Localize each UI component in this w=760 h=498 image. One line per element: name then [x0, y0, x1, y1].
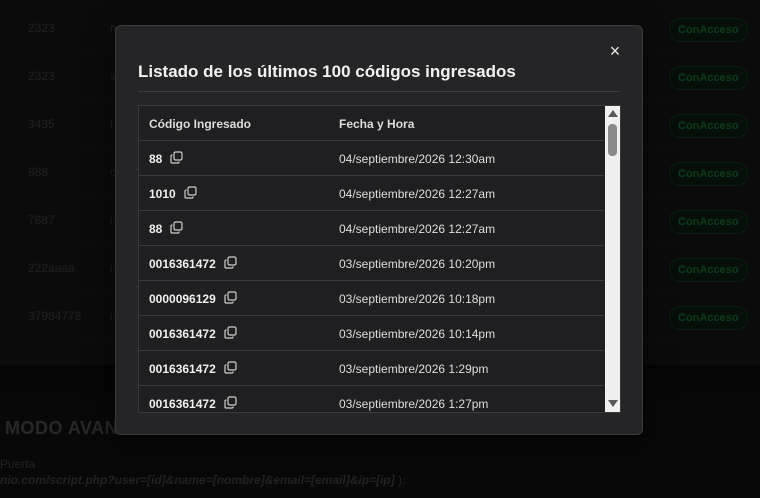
close-button[interactable]: × — [606, 42, 624, 60]
datetime-cell: 04/septiembre/2026 12:27am — [339, 222, 496, 236]
copy-icon[interactable] — [170, 221, 183, 237]
code-value: 0000096129 — [149, 292, 216, 306]
code-cell: 0016361472 — [149, 396, 237, 412]
vertical-scrollbar[interactable] — [605, 106, 620, 412]
scroll-down-arrow-icon[interactable] — [608, 400, 618, 407]
table-row: 0016361472 03/septiembre/2026 10:20pm — [139, 246, 604, 281]
code-cell: 88 — [149, 151, 183, 167]
code-cell: 0000096129 — [149, 291, 237, 307]
modal-title: Listado de los últimos 100 códigos ingre… — [138, 62, 516, 81]
copy-icon[interactable] — [224, 361, 237, 377]
code-value: 88 — [149, 152, 163, 166]
table-row: 1010 04/septiembre/2026 12:27am — [139, 176, 604, 211]
scroll-up-arrow-icon[interactable] — [608, 110, 618, 117]
datetime-cell: 03/septiembre/2026 10:18pm — [339, 292, 496, 306]
datetime-cell: 03/septiembre/2026 1:29pm — [339, 362, 489, 376]
code-value: 1010 — [149, 187, 176, 201]
code-cell: 0016361472 — [149, 361, 237, 377]
table-row: 0016361472 03/septiembre/2026 1:29pm — [139, 351, 604, 386]
datetime-cell: 03/septiembre/2026 1:27pm — [339, 397, 489, 411]
codes-history-modal: × Listado de los últimos 100 códigos ing… — [115, 25, 643, 435]
code-cell: 0016361472 — [149, 256, 237, 272]
divider — [138, 91, 620, 92]
copy-icon[interactable] — [184, 186, 197, 202]
column-header-code: Código Ingresado — [149, 117, 251, 131]
column-header-datetime: Fecha y Hora — [339, 117, 415, 131]
table-row: 0016361472 03/septiembre/2026 1:27pm — [139, 386, 604, 412]
copy-icon[interactable] — [224, 396, 237, 412]
scroll-thumb[interactable] — [608, 124, 617, 156]
copy-icon[interactable] — [170, 151, 183, 167]
code-value: 0016361472 — [149, 362, 216, 376]
table-header: Código Ingresado Fecha y Hora — [139, 106, 604, 141]
table-row: 88 04/septiembre/2026 12:27am — [139, 211, 604, 246]
code-value: 0016361472 — [149, 257, 216, 271]
code-value: 88 — [149, 222, 163, 236]
datetime-cell: 03/septiembre/2026 10:20pm — [339, 257, 496, 271]
code-cell: 1010 — [149, 186, 197, 202]
codes-table: Código Ingresado Fecha y Hora 88 04/sept… — [138, 105, 621, 413]
datetime-cell: 04/septiembre/2026 12:27am — [339, 187, 496, 201]
code-value: 0016361472 — [149, 327, 216, 341]
copy-icon[interactable] — [224, 256, 237, 272]
table-row: 0000096129 03/septiembre/2026 10:18pm — [139, 281, 604, 316]
table-row: 0016361472 03/septiembre/2026 10:14pm — [139, 316, 604, 351]
code-cell: 0016361472 — [149, 326, 237, 342]
code-value: 0016361472 — [149, 397, 216, 411]
code-cell: 88 — [149, 221, 183, 237]
copy-icon[interactable] — [224, 291, 237, 307]
datetime-cell: 04/septiembre/2026 12:30am — [339, 152, 496, 166]
table-body: 88 04/septiembre/2026 12:30am 1010 04/se… — [139, 141, 604, 412]
datetime-cell: 03/septiembre/2026 10:14pm — [339, 327, 496, 341]
copy-icon[interactable] — [224, 326, 237, 342]
table-row: 88 04/septiembre/2026 12:30am — [139, 141, 604, 176]
